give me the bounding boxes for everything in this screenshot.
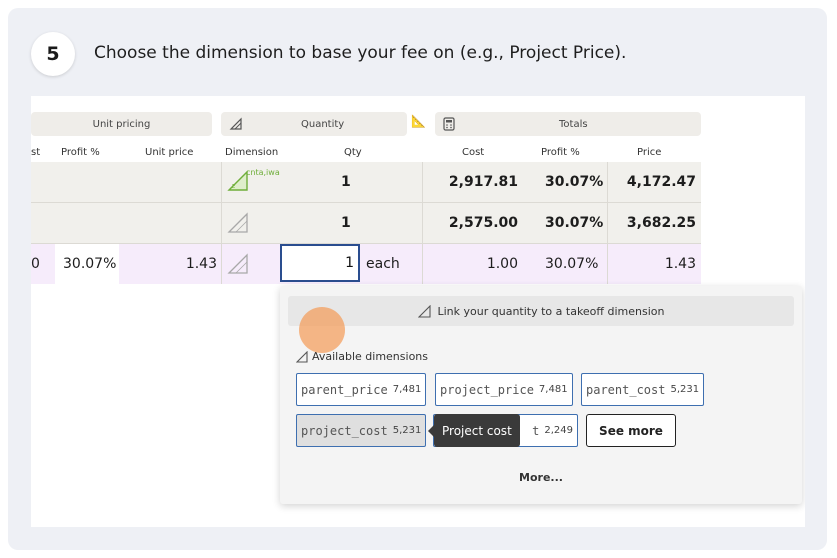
step-number-badge: 5 <box>31 32 75 76</box>
available-dimensions-label: Available dimensions <box>312 350 428 363</box>
cost-value: 1.00 <box>486 256 518 272</box>
dimension-chip-parent-price[interactable]: parent_price 7,481 <box>296 373 427 406</box>
ruler-triangle-icon <box>417 304 431 318</box>
cell-truncated: 0 <box>31 256 40 272</box>
link-takeoff-button[interactable]: Link your quantity to a takeoff dimensio… <box>288 296 794 326</box>
see-more-button[interactable]: See more <box>586 414 676 447</box>
profit-percent-value[interactable]: 30.07% <box>63 244 116 284</box>
dimension-unlinked-icon[interactable] <box>227 212 249 234</box>
group-quantity-label: Quantity <box>301 118 345 130</box>
column-divider <box>221 162 222 284</box>
chip-value: 5,231 <box>670 384 700 395</box>
group-unit-pricing: Unit pricing <box>31 112 212 136</box>
qty-value[interactable]: 1 <box>341 162 351 202</box>
dimension-popup: Link your quantity to a takeoff dimensio… <box>280 286 802 504</box>
chip-value: 5,231 <box>392 425 422 436</box>
dimension-tag: cnta,iwa <box>246 168 280 177</box>
group-unit-pricing-label: Unit pricing <box>92 118 151 130</box>
group-totals: Totals <box>435 112 701 136</box>
profit-value: 30.07% <box>545 256 599 272</box>
unit-value[interactable]: each <box>366 244 400 284</box>
col-profit-percent-total[interactable]: Profit % <box>541 147 580 158</box>
profit-value: 30.07% <box>545 215 604 231</box>
row-divider <box>31 202 701 203</box>
cost-value: 2,575.00 <box>448 215 518 231</box>
chip-value: 7,481 <box>392 384 422 395</box>
unit-price-value[interactable]: 1.43 <box>141 244 217 284</box>
measure-icon[interactable]: 📐 <box>411 114 426 128</box>
qty-value[interactable]: 1 <box>341 203 351 243</box>
price-value: 3,682.25 <box>626 215 696 231</box>
link-takeoff-label: Link your quantity to a takeoff dimensio… <box>437 304 665 318</box>
price-value: 1.43 <box>664 256 696 272</box>
dimension-unlinked-icon[interactable] <box>227 253 249 275</box>
col-qty[interactable]: Qty <box>344 147 362 158</box>
qty-input[interactable]: 1 <box>280 244 360 282</box>
group-totals-label: Totals <box>559 118 588 130</box>
chip-name: t <box>532 423 540 438</box>
ruler-triangle-icon[interactable] <box>229 117 243 131</box>
col-profit-percent[interactable]: Profit % <box>61 147 100 158</box>
chip-value: 2,249 <box>544 425 573 436</box>
dimension-chip-project-cost[interactable]: project_cost 5,231 <box>296 414 427 447</box>
dimension-chip-parent-cost[interactable]: parent_cost 5,231 <box>581 373 705 406</box>
chip-name: project_price <box>440 382 534 397</box>
app-screenshot: Unit pricing Quantity 📐 Totals st Profit… <box>31 96 805 527</box>
step-instruction: Choose the dimension to base your fee on… <box>94 43 627 63</box>
column-divider <box>422 162 423 284</box>
svg-text:E: E <box>232 184 235 190</box>
calculator-icon[interactable] <box>443 117 455 131</box>
chip-value: 7,481 <box>538 384 568 395</box>
chip-name: parent_cost <box>586 382 666 397</box>
col-unit-price[interactable]: Unit price <box>145 147 193 158</box>
col-cost-truncated[interactable]: st <box>31 147 40 158</box>
more-link[interactable]: More... <box>280 471 802 484</box>
col-cost[interactable]: Cost <box>462 147 484 158</box>
click-indicator <box>299 307 345 353</box>
row-divider <box>31 243 701 244</box>
dimension-chip-project-price[interactable]: project_price 7,481 <box>435 373 573 406</box>
chip-name: parent_price <box>301 382 388 397</box>
chip-name: project_cost <box>301 423 388 438</box>
column-divider <box>607 162 608 284</box>
ruler-triangle-icon <box>296 350 308 363</box>
col-dimension[interactable]: Dimension <box>225 147 278 158</box>
profit-value: 30.07% <box>545 174 604 190</box>
col-price[interactable]: Price <box>637 147 661 158</box>
price-value: 4,172.47 <box>626 174 696 190</box>
cost-value: 2,917.81 <box>448 174 518 190</box>
group-quantity: Quantity <box>221 112 407 136</box>
chip-tooltip: Project cost <box>428 414 520 447</box>
